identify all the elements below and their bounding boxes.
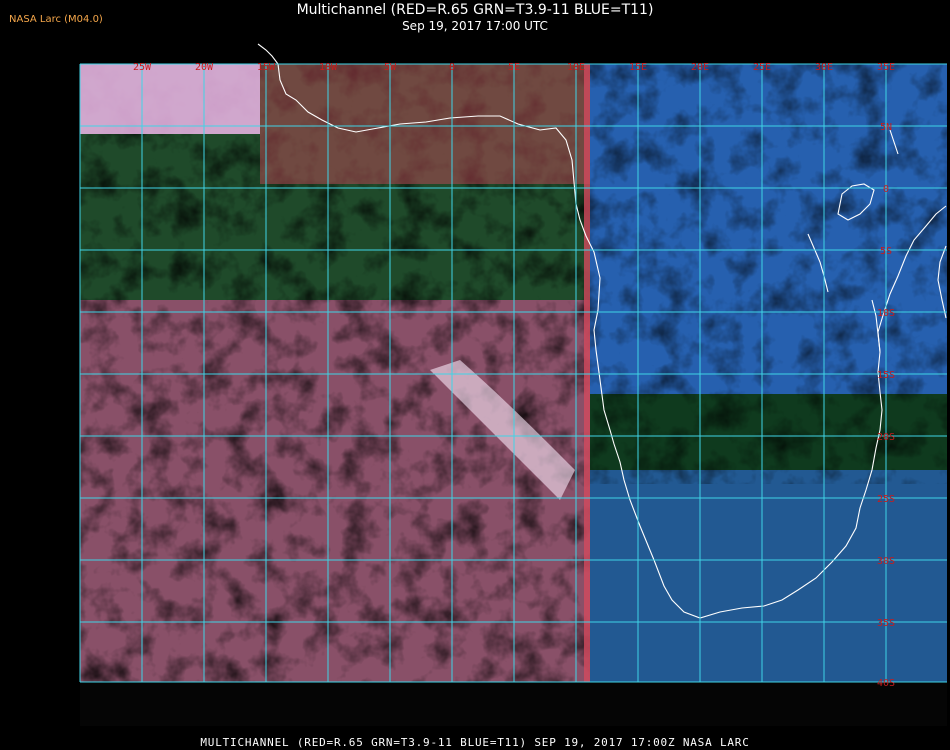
longitude-label: 35E	[877, 62, 895, 73]
latitude-label: 40S	[877, 678, 895, 689]
latitude-label: 5S	[880, 246, 892, 257]
latitude-label: 30S	[877, 556, 895, 567]
longitude-label: 20W	[195, 62, 214, 73]
land-haze-north	[260, 64, 594, 184]
left-imagery	[80, 64, 594, 682]
longitude-label: 25E	[753, 62, 771, 73]
ne-bright-cloud	[80, 64, 260, 134]
longitude-label: 5W	[384, 62, 397, 73]
longitude-label: 25W	[133, 62, 152, 73]
longitude-label: 15E	[629, 62, 647, 73]
footer-caption: MULTICHANNEL (RED=R.65 GRN=T3.9-11 BLUE=…	[200, 736, 750, 749]
lower-blank-strip	[80, 682, 947, 726]
cloud-texture-right	[590, 64, 947, 484]
latitude-label: 5N	[880, 122, 892, 133]
longitude-label: 5E	[508, 62, 520, 73]
latitude-label: 0	[883, 184, 889, 195]
longitude-label: 10W	[319, 62, 338, 73]
latitude-label: 25S	[877, 494, 895, 505]
latitude-label: 10S	[877, 308, 895, 319]
longitude-label: 30E	[815, 62, 833, 73]
longitude-label: 0	[449, 62, 455, 73]
longitude-label: 10E	[567, 62, 585, 73]
longitude-label: 15W	[257, 62, 276, 73]
latitude-label: 15S	[877, 370, 895, 381]
latitude-label: 35S	[877, 618, 895, 629]
longitude-label: 20E	[691, 62, 709, 73]
latitude-label: 20S	[877, 432, 895, 443]
satellite-map: 25W 20W 15W 10W 5W 0 5E 10E 15E 20E 25E 30E 35E 5N 0 5S…	[79, 43, 947, 726]
